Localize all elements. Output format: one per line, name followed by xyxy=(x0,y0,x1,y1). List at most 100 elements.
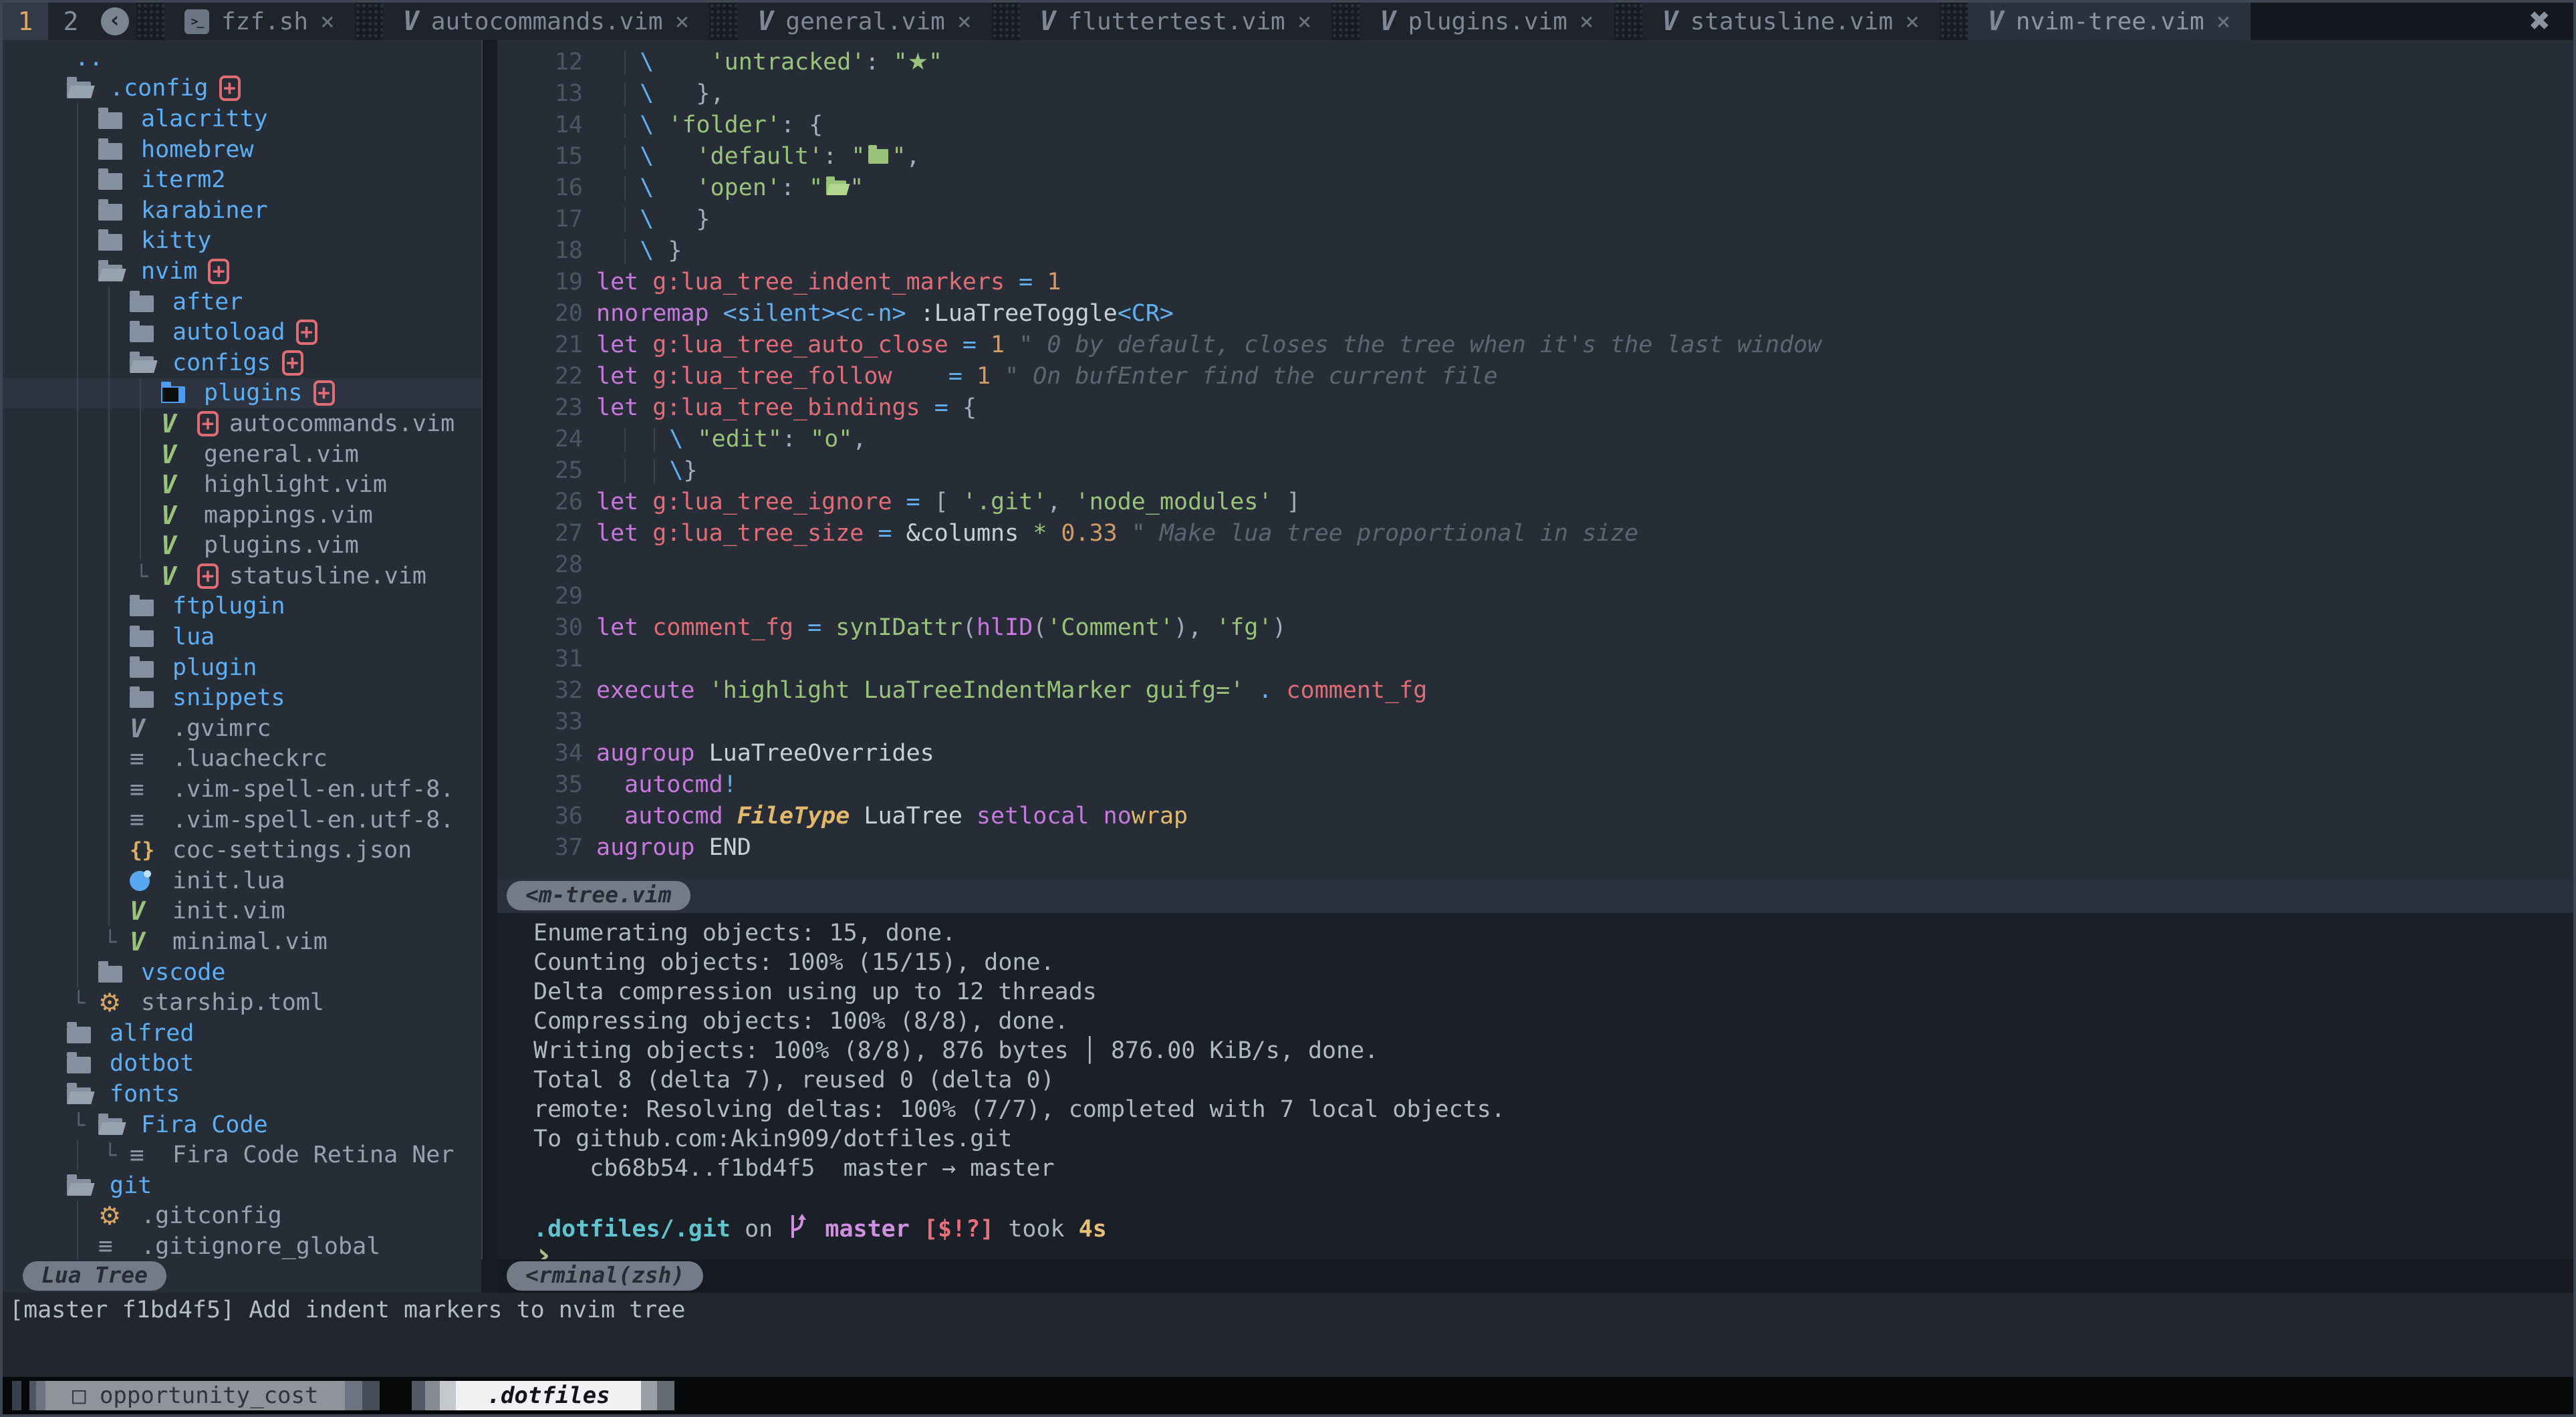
code-line[interactable]: 17 \ } xyxy=(497,204,2573,235)
tree-item-label: kitty xyxy=(141,227,211,254)
tree-item-fonts[interactable]: fonts xyxy=(3,1079,481,1110)
tab-fluttertest.vim[interactable]: Vfluttertest.vim× xyxy=(1020,3,1332,40)
code-line[interactable]: 31 xyxy=(497,644,2573,675)
tree-item-iterm2[interactable]: iterm2 xyxy=(3,164,481,195)
tree-item-.vim-spell-en.utf-8.[interactable]: ≡.vim-spell-en.utf-8. xyxy=(3,805,481,835)
code-line[interactable]: 21let g:lua_tree_auto_close = 1 " 0 by d… xyxy=(497,330,2573,361)
tree-indent-guide xyxy=(130,439,161,470)
tree-item-.vim-spell-en.utf-8.[interactable]: ≡.vim-spell-en.utf-8. xyxy=(3,774,481,805)
tree-indent-guide xyxy=(130,531,161,561)
code-line[interactable]: 26let g:lua_tree_ignore = [ '.git', 'nod… xyxy=(497,487,2573,518)
tree-item-snippets[interactable]: snippets xyxy=(3,682,481,713)
tree-item-autocommands.vim[interactable]: V+autocommands.vim xyxy=(3,408,481,439)
tree-item-alfred[interactable]: alfred xyxy=(3,1018,481,1049)
terminal-line xyxy=(497,1183,2573,1212)
code-line[interactable]: 27let g:lua_tree_size = &columns * 0.33 … xyxy=(497,518,2573,549)
tree-item-karabiner[interactable]: karabiner xyxy=(3,195,481,226)
tree-indent-guide xyxy=(67,713,98,744)
tree-item-homebrew[interactable]: homebrew xyxy=(3,134,481,165)
tmux-window-2[interactable]: 2 xyxy=(48,3,94,40)
history-icon[interactable]: ‹ xyxy=(94,3,136,40)
tab-fzf.sh[interactable]: >_fzf.sh× xyxy=(164,3,355,40)
tree-item-statusline.vim[interactable]: └V+statusline.vim xyxy=(3,561,481,592)
tab-nvim-tree.vim[interactable]: Vnvim-tree.vim× xyxy=(1968,3,2251,40)
tree-item-plugins[interactable]: plugins+ xyxy=(3,378,481,409)
tree-item-.gitconfig[interactable]: ⚙.gitconfig xyxy=(3,1201,481,1232)
tree-item-nvim[interactable]: nvim+ xyxy=(3,256,481,287)
code-line[interactable]: 29 xyxy=(497,581,2573,612)
code-line[interactable]: 14 \ 'folder': { xyxy=(497,110,2573,141)
tab-close-icon[interactable]: × xyxy=(1905,8,1920,35)
code-line[interactable]: 23let g:lua_tree_bindings = { xyxy=(497,392,2573,424)
code-line[interactable]: 34augroup LuaTreeOverrides xyxy=(497,738,2573,769)
prompt-caret[interactable]: › xyxy=(497,1242,2573,1259)
tree-item-.gvimrc[interactable]: V.gvimrc xyxy=(3,713,481,744)
tree-item-minimal.vim[interactable]: └Vminimal.vim xyxy=(3,926,481,957)
tab-general.vim[interactable]: Vgeneral.vim× xyxy=(737,3,991,40)
tmux-window-1[interactable]: 1 xyxy=(3,3,48,40)
tree-item-init.lua[interactable]: init.lua xyxy=(3,866,481,896)
tree-item-autoload[interactable]: autoload+ xyxy=(3,317,481,348)
tree-item-Fira-Code[interactable]: └Fira Code xyxy=(3,1110,481,1140)
tab-close-icon[interactable]: × xyxy=(1297,8,1312,35)
tree-item-coc-settings.json[interactable]: {}coc-settings.json xyxy=(3,835,481,866)
vim-icon: V xyxy=(757,6,773,37)
tree-item-starship.toml[interactable]: └⚙starship.toml xyxy=(3,987,481,1018)
code-line[interactable]: 18 \ } xyxy=(497,235,2573,267)
tree-item-..[interactable]: .. xyxy=(3,43,481,74)
tree-item-after[interactable]: after xyxy=(3,287,481,317)
tree-indent-guide xyxy=(67,256,98,287)
tree-indent-guide xyxy=(67,226,98,257)
code-line[interactable]: 33 xyxy=(497,706,2573,738)
tree-item-highlight.vim[interactable]: Vhighlight.vim xyxy=(3,469,481,500)
tree-item-configs[interactable]: configs+ xyxy=(3,348,481,378)
tmux-session-active[interactable]: .dotfiles xyxy=(412,1381,674,1410)
tree-item-kitty[interactable]: kitty xyxy=(3,226,481,257)
code-line[interactable]: 16 \ 'open': "" xyxy=(497,172,2573,204)
code-editor[interactable]: 12 \ 'untracked': "★"13 \ },14 \ 'folder… xyxy=(497,40,2573,878)
code-line[interactable]: 24 \ "edit": "o", xyxy=(497,424,2573,455)
code-line[interactable]: 32execute 'highlight LuaTreeIndentMarker… xyxy=(497,675,2573,706)
tab-plugins.vim[interactable]: Vplugins.vim× xyxy=(1360,3,1614,40)
tree-item-vscode[interactable]: vscode xyxy=(3,957,481,988)
code-line[interactable]: 22let g:lua_tree_follow = 1 " On bufEnte… xyxy=(497,361,2573,392)
tree-item-lua[interactable]: lua xyxy=(3,622,481,652)
code-line[interactable]: 25 \} xyxy=(497,455,2573,487)
tmux-session-left[interactable]: □ opportunity_cost xyxy=(12,1381,380,1410)
tab-autocommands.vim[interactable]: Vautocommands.vim× xyxy=(383,3,710,40)
tree-connector: └ xyxy=(67,1112,98,1138)
tab-close-icon[interactable]: × xyxy=(1579,8,1594,35)
terminal-pane[interactable]: Enumerating objects: 15, done.Counting o… xyxy=(497,913,2573,1259)
code-line[interactable]: 37augroup END xyxy=(497,832,2573,864)
close-icon[interactable]: ✖ xyxy=(2528,6,2551,37)
tree-item-plugins.vim[interactable]: Vplugins.vim xyxy=(3,531,481,561)
tree-item-.gitignore-global[interactable]: ≡.gitignore_global xyxy=(3,1231,481,1259)
code-line[interactable]: 13 \ }, xyxy=(497,78,2573,110)
code-line[interactable]: 30let comment_fg = synIDattr(hlID('Comme… xyxy=(497,612,2573,644)
tree-item-general.vim[interactable]: Vgeneral.vim xyxy=(3,439,481,470)
code-line[interactable]: 12 \ 'untracked': "★" xyxy=(497,47,2573,78)
code-line[interactable]: 35 autocmd! xyxy=(497,769,2573,801)
tab-close-icon[interactable]: × xyxy=(320,8,335,35)
tree-item-mappings.vim[interactable]: Vmappings.vim xyxy=(3,500,481,531)
tree-item-.luacheckrc[interactable]: ≡.luacheckrc xyxy=(3,744,481,775)
tab-close-icon[interactable]: × xyxy=(675,8,690,35)
tree-indent-guide xyxy=(67,195,98,226)
code-line[interactable]: 28 xyxy=(497,549,2573,581)
tree-item-plugin[interactable]: plugin xyxy=(3,652,481,683)
tab-statusline.vim[interactable]: Vstatusline.vim× xyxy=(1642,3,1940,40)
tree-item-alacritty[interactable]: alacritty xyxy=(3,104,481,134)
tree-item-.config[interactable]: .config+ xyxy=(3,74,481,104)
code-line[interactable]: 20nnoremap <silent><c-n> :LuaTreeToggle<… xyxy=(497,298,2573,330)
code-line[interactable]: 15 \ 'default': "", xyxy=(497,141,2573,172)
tab-close-icon[interactable]: × xyxy=(2216,8,2231,35)
tree-item-ftplugin[interactable]: ftplugin xyxy=(3,592,481,622)
window-separator[interactable] xyxy=(481,40,497,1259)
tree-item-git[interactable]: git xyxy=(3,1170,481,1201)
code-line[interactable]: 36 autocmd FileType LuaTree setlocal now… xyxy=(497,801,2573,832)
tree-item-init.vim[interactable]: Vinit.vim xyxy=(3,896,481,927)
tree-item-Fira-Code-Retina-Ner[interactable]: └≡Fira Code Retina Ner xyxy=(3,1140,481,1170)
code-line[interactable]: 19let g:lua_tree_indent_markers = 1 xyxy=(497,267,2573,298)
tree-item-dotbot[interactable]: dotbot xyxy=(3,1049,481,1079)
tab-close-icon[interactable]: × xyxy=(957,8,972,35)
